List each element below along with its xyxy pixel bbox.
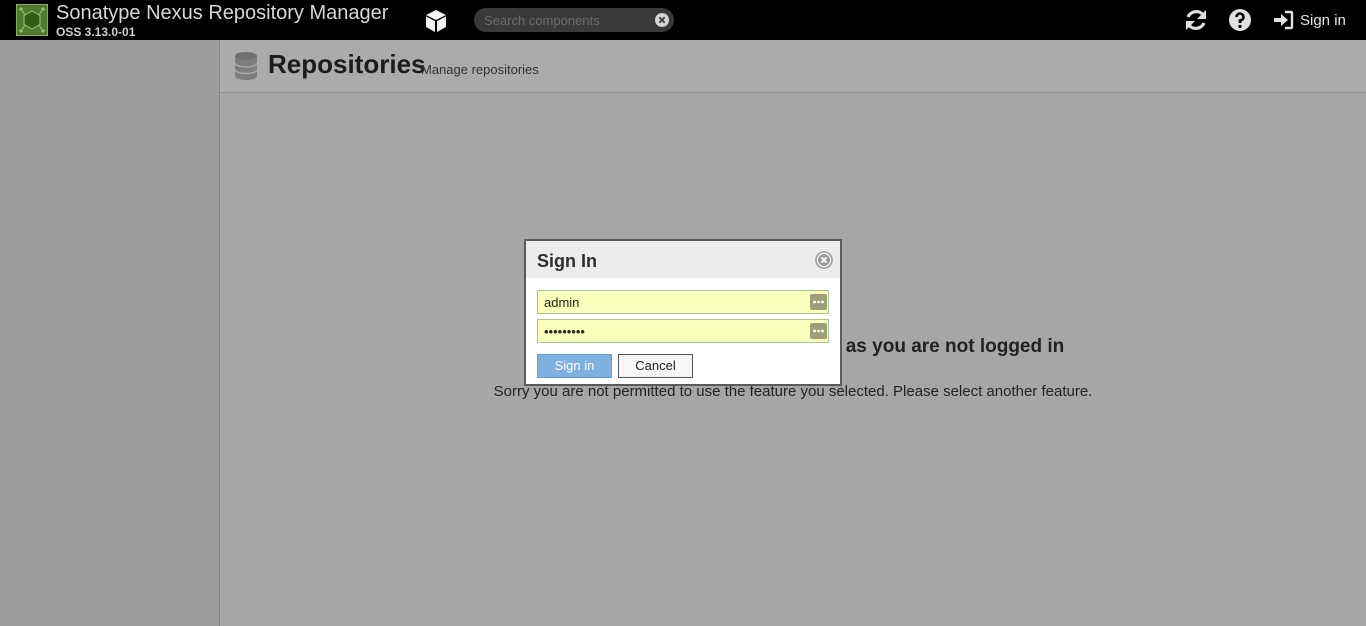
page-title: Repositories (268, 49, 426, 79)
nexus-logo-icon[interactable] (16, 4, 48, 36)
app-title: Sonatype Nexus Repository Manager (56, 2, 389, 24)
dialog-title: Sign In (537, 251, 597, 271)
help-icon[interactable] (1228, 8, 1252, 32)
sign-in-icon (1274, 10, 1294, 30)
username-field[interactable] (537, 290, 829, 314)
refresh-icon[interactable] (1183, 7, 1209, 33)
cube-icon[interactable] (423, 8, 449, 34)
sign-in-link[interactable]: Sign in (1272, 8, 1346, 32)
top-navigation-bar: Sonatype Nexus Repository Manager OSS 3.… (0, 0, 1366, 40)
cancel-button[interactable]: Cancel (618, 354, 693, 378)
dialog-header: Sign In (526, 241, 840, 278)
clear-icon[interactable] (655, 13, 669, 27)
database-icon (234, 52, 258, 80)
sign-in-button[interactable]: Sign in (537, 354, 612, 378)
sign-in-label: Sign in (1300, 11, 1346, 29)
sign-in-dialog: Sign In Sign in Cancel (524, 239, 842, 386)
password-field[interactable] (537, 319, 829, 343)
close-icon[interactable] (815, 251, 833, 269)
page-subtitle: Manage repositories (421, 62, 539, 77)
search-box[interactable] (474, 8, 674, 32)
not-logged-in-title-text: as you are not logged in (845, 336, 1065, 357)
app-version: OSS 3.13.0-01 (56, 25, 136, 39)
username-input[interactable] (544, 294, 804, 310)
page-header: Repositories Manage repositories (220, 40, 1366, 93)
search-input[interactable] (484, 11, 644, 29)
password-manager-icon[interactable] (810, 323, 827, 339)
password-input[interactable] (544, 323, 804, 339)
sidebar (0, 40, 220, 626)
password-manager-icon[interactable] (810, 294, 827, 310)
